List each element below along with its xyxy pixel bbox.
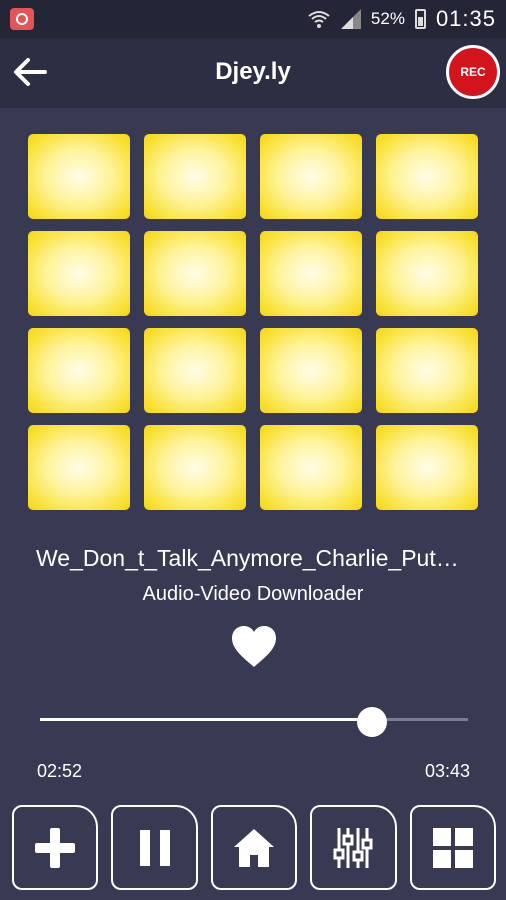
wifi-icon [308, 11, 330, 28]
equalizer-button[interactable] [310, 805, 397, 890]
pad-4[interactable] [376, 134, 478, 219]
pad-12[interactable] [376, 328, 478, 413]
pad-8[interactable] [376, 231, 478, 316]
total-time: 03:43 [424, 761, 470, 781]
status-time: 01:35 [435, 6, 496, 31]
pad-7[interactable] [260, 231, 362, 316]
pad-13[interactable] [28, 425, 130, 510]
pad-15[interactable] [260, 425, 362, 510]
pad-1[interactable] [28, 134, 130, 219]
track-title: We_Don_t_Talk_Anymore_Charlie_Put… [36, 545, 459, 571]
app-title: Djey.ly [215, 58, 291, 85]
battery-icon [414, 9, 426, 29]
battery-percent: 52% [370, 9, 405, 28]
pad-9[interactable] [28, 328, 130, 413]
pause-button[interactable] [111, 805, 198, 890]
current-time: 02:52 [37, 761, 83, 781]
pause-icon [139, 829, 170, 866]
pad-10[interactable] [144, 328, 246, 413]
signal-icon [340, 9, 361, 29]
equalizer-icon [333, 827, 373, 868]
pad-2[interactable] [144, 134, 246, 219]
seek-thumb[interactable] [356, 707, 387, 737]
pad-5[interactable] [28, 231, 130, 316]
add-button[interactable] [12, 805, 99, 890]
pad-14[interactable] [144, 425, 246, 510]
favorite-button[interactable] [230, 625, 278, 669]
seek-progress [40, 718, 372, 721]
pad-11[interactable] [260, 328, 362, 413]
grid-icon [432, 827, 473, 868]
seek-bar[interactable] [40, 707, 468, 737]
pad-16[interactable] [376, 425, 478, 510]
app-bar: Djey.ly REC [0, 38, 506, 108]
pad-grid [28, 134, 478, 510]
app-notification-icon [10, 8, 34, 30]
track-source: Audio-Video Downloader [142, 583, 364, 605]
pad-3[interactable] [260, 134, 362, 219]
record-label: REC [460, 65, 486, 79]
status-icons: 52% 01:35 [307, 6, 496, 32]
pad-grid-button[interactable] [409, 805, 497, 890]
heart-icon [232, 626, 276, 667]
status-bar: 52% 01:35 [0, 0, 506, 38]
plus-icon [35, 827, 76, 868]
home-button[interactable] [210, 805, 298, 890]
home-icon [234, 828, 275, 867]
record-button[interactable]: REC [446, 45, 500, 99]
control-bar [12, 805, 497, 890]
pad-6[interactable] [144, 231, 246, 316]
